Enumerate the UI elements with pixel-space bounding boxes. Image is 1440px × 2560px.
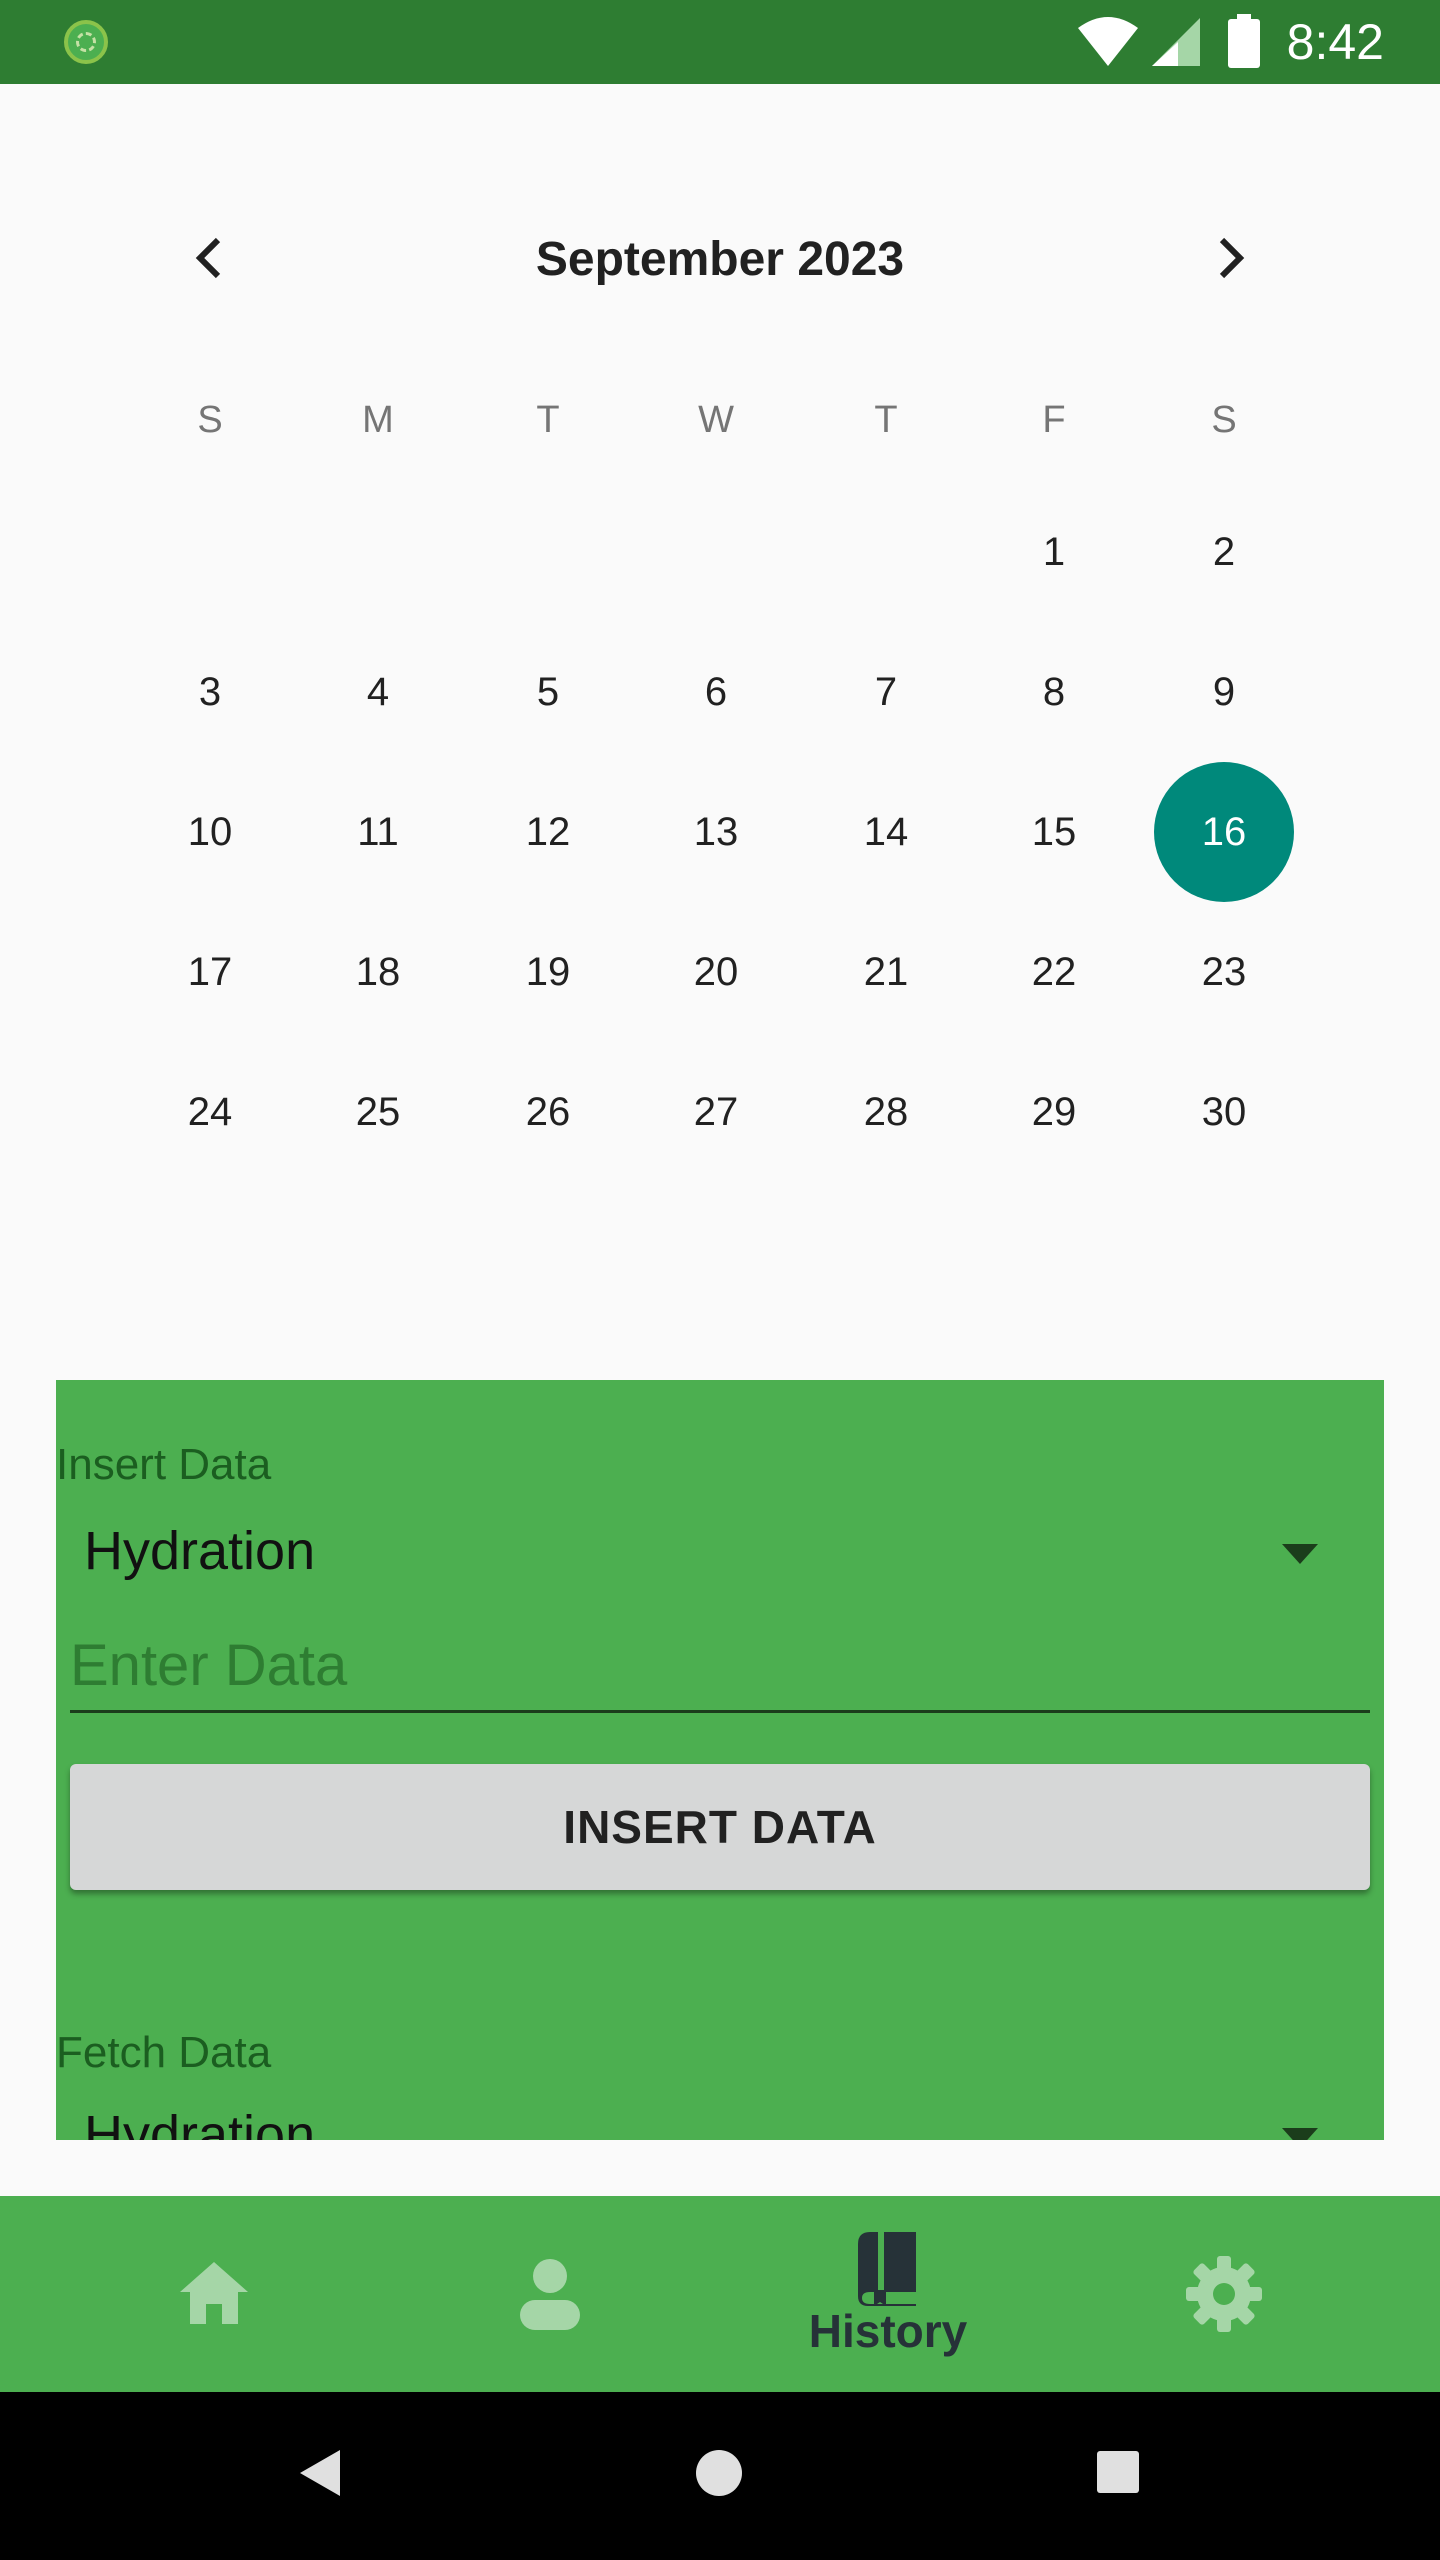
nav-history[interactable]: History: [768, 2196, 1008, 2392]
insert-type-dropdown[interactable]: Hydration: [56, 1500, 1384, 1600]
calendar-day[interactable]: 4: [308, 622, 448, 762]
calendar-day[interactable]: 5: [478, 622, 618, 762]
weekday-label: W: [698, 399, 734, 441]
calendar-day[interactable]: 11: [308, 762, 448, 902]
data-panel: Insert Data Hydration INSERT DATA Fetch …: [56, 1380, 1384, 2140]
system-navigation-bar: [0, 2392, 1440, 2560]
nav-history-label: History: [808, 2305, 968, 2357]
gear-icon: [1186, 2256, 1262, 2332]
month-title: September 2023: [535, 233, 905, 286]
home-circle-icon[interactable]: [694, 2448, 744, 2498]
calendar-day[interactable]: 17: [140, 902, 280, 1042]
dropdown-arrow-icon: [1282, 2128, 1318, 2140]
calendar-day[interactable]: 3: [140, 622, 280, 762]
calendar-day[interactable]: 23: [1154, 902, 1294, 1042]
calendar-day[interactable]: 15: [984, 762, 1124, 902]
chevron-right-icon: [1219, 237, 1245, 279]
calendar-day[interactable]: 8: [984, 622, 1124, 762]
weekday-label: M: [362, 399, 394, 441]
calendar-day[interactable]: 21: [816, 902, 956, 1042]
calendar-day[interactable]: 13: [646, 762, 786, 902]
cellular-signal-icon: [1152, 18, 1200, 66]
insert-data-label: Insert Data: [56, 1440, 272, 1489]
dropdown-arrow-icon: [1282, 1544, 1318, 1564]
enter-data-input[interactable]: [70, 1620, 1370, 1713]
home-icon: [180, 2262, 248, 2324]
previous-month-button[interactable]: [174, 222, 246, 294]
calendar-day[interactable]: 1: [984, 482, 1124, 622]
insert-data-button[interactable]: INSERT DATA: [70, 1764, 1370, 1890]
calendar-day[interactable]: 12: [478, 762, 618, 902]
fetch-type-dropdown[interactable]: Hydration: [56, 2084, 1384, 2140]
person-icon: [520, 2259, 580, 2330]
book-icon: [858, 2232, 916, 2306]
insert-type-value: Hydration: [84, 1521, 316, 1581]
calendar-day[interactable]: 7: [816, 622, 956, 762]
status-time: 8:42: [1286, 14, 1384, 70]
nav-settings[interactable]: [1104, 2196, 1344, 2392]
calendar-day[interactable]: 19: [478, 902, 618, 1042]
status-bar: 8:42: [0, 0, 1440, 84]
bottom-navigation: History: [0, 2196, 1440, 2392]
nav-profile[interactable]: [430, 2196, 670, 2392]
chevron-left-icon: [195, 237, 221, 279]
wifi-icon: [1078, 17, 1138, 66]
battery-icon: [1228, 14, 1260, 68]
calendar-day[interactable]: 27: [646, 1042, 786, 1182]
nav-home[interactable]: [94, 2196, 334, 2392]
calendar-day[interactable]: 9: [1154, 622, 1294, 762]
weekday-label: S: [197, 399, 223, 441]
calendar-day[interactable]: 6: [646, 622, 786, 762]
calendar-day[interactable]: 25: [308, 1042, 448, 1182]
calendar-day[interactable]: 18: [308, 902, 448, 1042]
weekday-label: T: [536, 399, 560, 441]
weekday-label: S: [1211, 399, 1237, 441]
fetch-data-label: Fetch Data: [56, 2028, 272, 2077]
calendar-day[interactable]: 30: [1154, 1042, 1294, 1182]
calendar-day[interactable]: 20: [646, 902, 786, 1042]
back-icon[interactable]: [298, 2448, 342, 2498]
calendar-day[interactable]: 24: [140, 1042, 280, 1182]
calendar-day[interactable]: 2: [1154, 482, 1294, 622]
weekday-label: T: [874, 399, 898, 441]
calendar-day[interactable]: 29: [984, 1042, 1124, 1182]
calendar-day[interactable]: 26: [478, 1042, 618, 1182]
sync-icon: [64, 20, 108, 64]
calendar-day[interactable]: 10: [140, 762, 280, 902]
weekday-label: F: [1042, 399, 1066, 441]
calendar-day[interactable]: 22: [984, 902, 1124, 1042]
calendar-day-selected[interactable]: 16: [1154, 762, 1294, 902]
calendar-day[interactable]: 28: [816, 1042, 956, 1182]
next-month-button[interactable]: [1194, 222, 1266, 294]
calendar-day[interactable]: 14: [816, 762, 956, 902]
recents-icon[interactable]: [1096, 2450, 1140, 2494]
fetch-type-value: Hydration: [84, 2105, 316, 2140]
